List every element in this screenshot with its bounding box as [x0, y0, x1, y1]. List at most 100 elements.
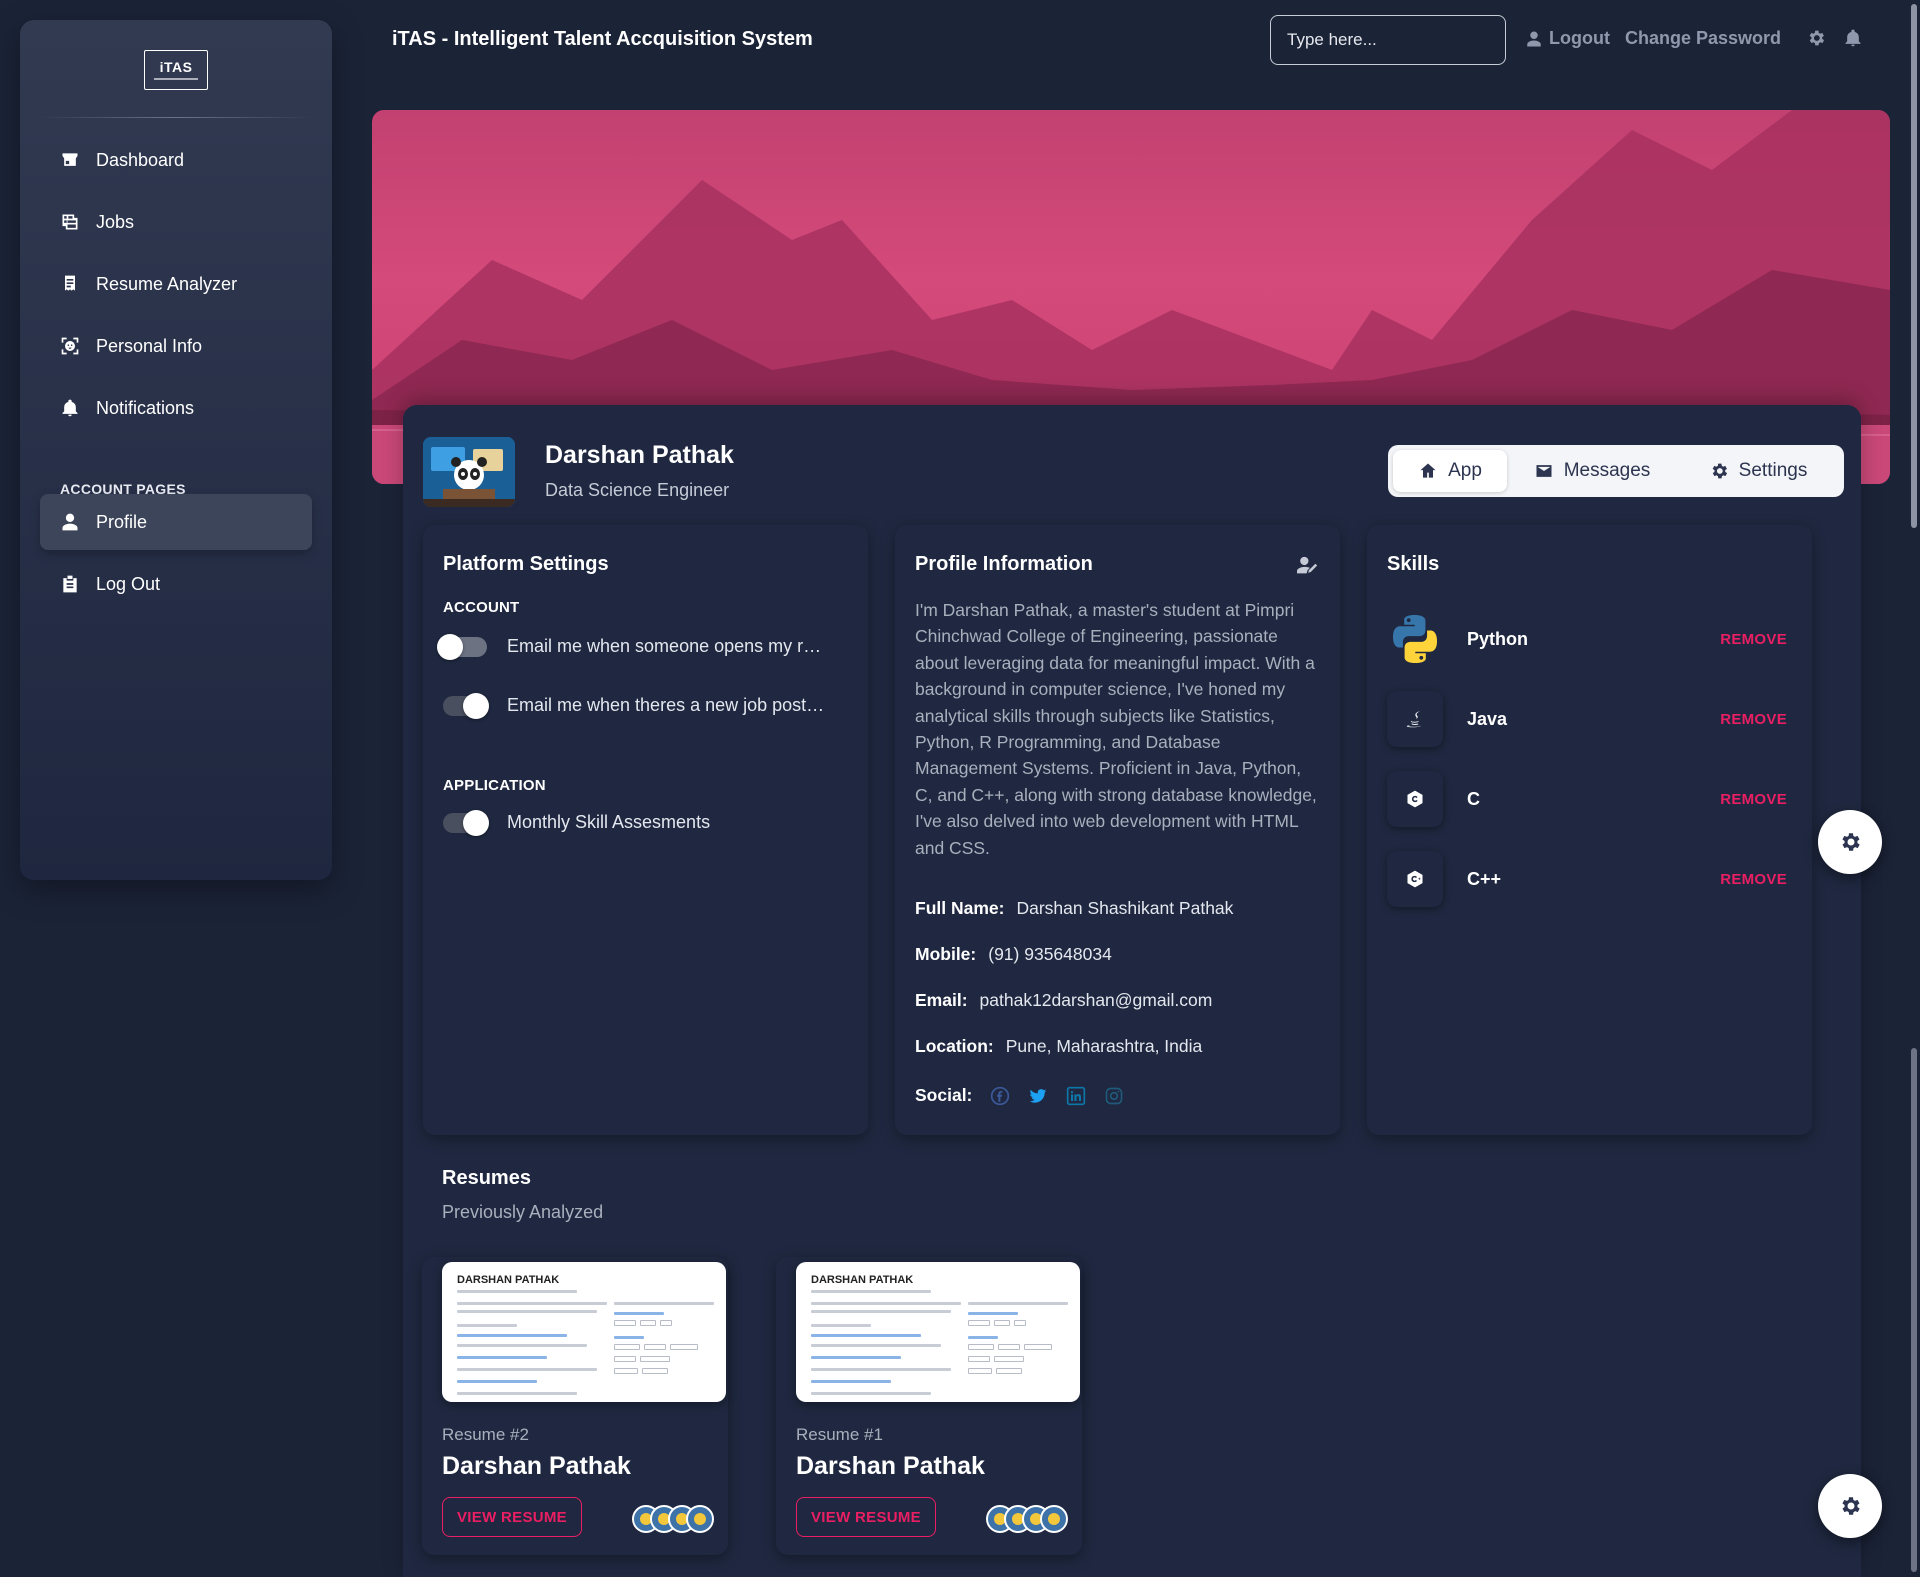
email-on-open-toggle[interactable]	[437, 633, 487, 660]
full-name-value: Darshan Shashikant Pathak	[1016, 898, 1234, 918]
view-resume-button[interactable]: VIEW RESUME	[442, 1497, 582, 1537]
logout-link[interactable]: Logout	[1525, 28, 1610, 49]
avatar[interactable]	[423, 437, 515, 507]
search-input[interactable]	[1270, 15, 1506, 65]
tab-app[interactable]: App	[1393, 450, 1507, 492]
tab-settings[interactable]: Settings	[1677, 450, 1839, 492]
home-icon	[1420, 463, 1436, 478]
sidebar-item-personal-info[interactable]: Personal Info	[40, 318, 312, 374]
thumb-tag	[994, 1320, 1010, 1326]
resume-name: Darshan Pathak	[796, 1452, 985, 1480]
skills-panel: Skills Python REMOVE Java REMOVE C REMOV…	[1367, 525, 1812, 1135]
thumb-line	[811, 1334, 921, 1337]
thumb-tag	[640, 1356, 670, 1362]
sidebar-item-label: Log Out	[96, 573, 161, 594]
thumb-tag	[968, 1344, 994, 1350]
remove-c-button[interactable]: REMOVE	[1720, 791, 1787, 808]
scrollbar-thumb[interactable]	[1911, 4, 1917, 528]
mobile-value: (91) 935648034	[988, 944, 1112, 964]
platform-settings-title: Platform Settings	[443, 553, 609, 575]
thumb-tag	[614, 1356, 636, 1362]
profile-role: Data Science Engineer	[545, 480, 730, 500]
email-label: Email:	[915, 990, 968, 1010]
resume-thumbnail[interactable]: DARSHAN PATHAK	[442, 1262, 726, 1402]
python-avatar-icon	[686, 1505, 714, 1533]
skill-row-java: Java REMOVE	[1387, 689, 1787, 749]
receipt-icon	[60, 274, 80, 294]
location-label: Location:	[915, 1036, 994, 1056]
logo-underline	[154, 78, 198, 80]
settings-gear-icon[interactable]	[1806, 28, 1826, 48]
view-resume-button[interactable]: VIEW RESUME	[796, 1497, 936, 1537]
remove-cpp-button[interactable]: REMOVE	[1720, 871, 1787, 888]
sidebar-item-profile[interactable]: Profile	[40, 494, 312, 550]
c-icon	[1387, 771, 1443, 827]
linkedin-icon[interactable]	[1066, 1086, 1086, 1106]
thumb-tag	[968, 1356, 990, 1362]
sidebar-item-dashboard[interactable]: Dashboard	[40, 132, 312, 188]
change-password-link[interactable]: Change Password	[1625, 28, 1781, 49]
sidebar-item-resume-analyzer[interactable]: Resume Analyzer	[40, 256, 312, 312]
skills-title: Skills	[1387, 553, 1440, 575]
thumb-tag	[996, 1368, 1022, 1374]
sidebar-item-label: Profile	[96, 511, 148, 532]
resume-card: DARSHAN PATHAK Resume #2 Darshan Pathak …	[422, 1257, 728, 1555]
facebook-icon[interactable]	[990, 1086, 1010, 1106]
skill-avatar-group	[986, 1505, 1068, 1533]
instagram-icon[interactable]	[1104, 1086, 1124, 1106]
location-value: Pune, Maharashtra, India	[1005, 1036, 1203, 1056]
configurator-gear-button[interactable]	[1818, 810, 1882, 874]
sidebar-item-jobs[interactable]: Jobs	[40, 194, 312, 250]
logout-label: Logout	[1549, 28, 1610, 48]
store-icon	[60, 150, 80, 170]
thumb-line	[457, 1310, 597, 1313]
thumb-tag	[968, 1320, 990, 1326]
configurator-gear-button-bottom[interactable]	[1818, 1474, 1882, 1538]
app-logo[interactable]: iTAS	[144, 50, 208, 90]
sidebar-item-log-out[interactable]: Log Out	[40, 556, 312, 612]
notification-bell-icon[interactable]	[1843, 28, 1863, 48]
mobile-row: Mobile: (91) 935648034	[915, 944, 1112, 965]
scrollbar-thumb-lower[interactable]	[1911, 1048, 1917, 1572]
thumb-line	[457, 1302, 607, 1305]
thumb-line	[457, 1368, 597, 1371]
email-row: Email: pathak12darshan@gmail.com	[915, 990, 1212, 1011]
thumb-tag	[1014, 1320, 1026, 1326]
thumb-line	[811, 1310, 951, 1313]
thumb-line	[811, 1368, 951, 1371]
location-row: Location: Pune, Maharashtra, India	[915, 1036, 1202, 1057]
account-group-label: ACCOUNT	[443, 599, 520, 616]
resume-number: Resume #2	[442, 1425, 529, 1444]
resume-name: Darshan Pathak	[442, 1452, 631, 1480]
platform-settings-panel: Platform Settings ACCOUNT Email me when …	[423, 525, 868, 1135]
thumb-line	[968, 1302, 1068, 1305]
toggle-knob	[463, 809, 489, 836]
page-scrollbar[interactable]	[1908, 0, 1920, 1577]
social-row: Social:	[915, 1085, 1142, 1106]
tab-label: App	[1448, 460, 1482, 481]
person-icon	[60, 512, 80, 532]
monthly-assessment-toggle[interactable]	[443, 809, 489, 836]
java-icon	[1387, 691, 1443, 747]
gear-icon	[1712, 463, 1727, 479]
application-group-label: APPLICATION	[443, 777, 546, 794]
email-on-new-job-toggle[interactable]	[443, 692, 489, 719]
thumb-tag	[640, 1320, 656, 1326]
resume-thumbnail[interactable]: DARSHAN PATHAK	[796, 1262, 1080, 1402]
tab-messages[interactable]: Messages	[1507, 450, 1677, 492]
thumb-line	[968, 1312, 1018, 1315]
remove-python-button[interactable]: REMOVE	[1720, 631, 1787, 648]
sidebar-item-notifications[interactable]: Notifications	[40, 380, 312, 436]
resume-card: DARSHAN PATHAK Resume #1 Darshan Pathak …	[776, 1257, 1082, 1555]
skill-row-c: C REMOVE	[1387, 769, 1787, 829]
remove-java-button[interactable]: REMOVE	[1720, 711, 1787, 728]
social-label: Social:	[915, 1085, 973, 1105]
profile-tabs: App Messages Settings	[1388, 445, 1844, 497]
thumb-line	[457, 1334, 567, 1337]
edit-profile-icon[interactable]	[1296, 555, 1320, 577]
email-value: pathak12darshan@gmail.com	[979, 990, 1213, 1010]
thumb-line	[457, 1324, 517, 1327]
skill-avatar-group	[632, 1505, 714, 1533]
resume-thumb-title: DARSHAN PATHAK	[811, 1274, 914, 1286]
twitter-icon[interactable]	[1028, 1086, 1048, 1106]
